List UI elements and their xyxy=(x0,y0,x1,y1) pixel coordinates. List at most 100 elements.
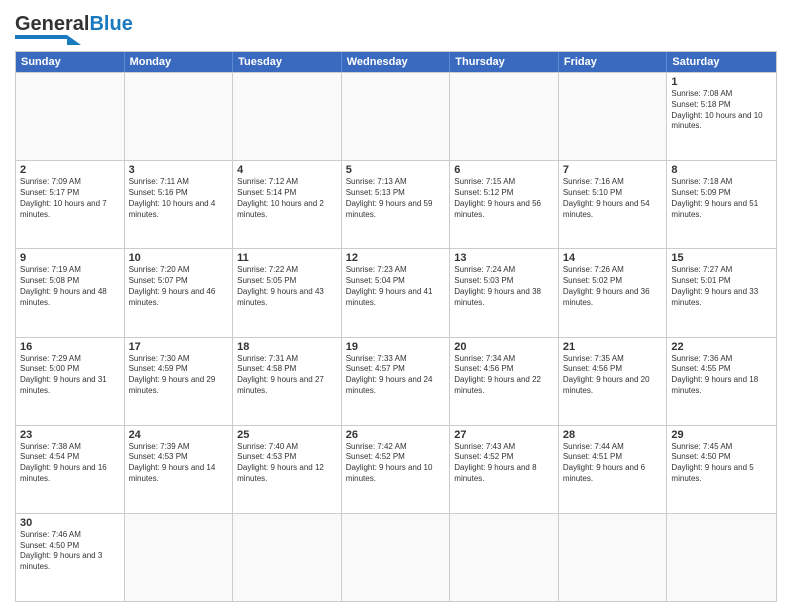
calendar-cell xyxy=(450,514,559,601)
calendar-row: 23Sunrise: 7:38 AM Sunset: 4:54 PM Dayli… xyxy=(16,425,776,513)
sun-info: Sunrise: 7:43 AM Sunset: 4:52 PM Dayligh… xyxy=(454,442,554,485)
calendar-cell: 30Sunrise: 7:46 AM Sunset: 4:50 PM Dayli… xyxy=(16,514,125,601)
weekday-header: Monday xyxy=(125,52,234,72)
sun-info: Sunrise: 7:27 AM Sunset: 5:01 PM Dayligh… xyxy=(671,265,772,308)
sun-info: Sunrise: 7:29 AM Sunset: 5:00 PM Dayligh… xyxy=(20,354,120,397)
sun-info: Sunrise: 7:42 AM Sunset: 4:52 PM Dayligh… xyxy=(346,442,446,485)
sun-info: Sunrise: 7:19 AM Sunset: 5:08 PM Dayligh… xyxy=(20,265,120,308)
day-number: 26 xyxy=(346,429,446,441)
calendar-cell xyxy=(125,514,234,601)
sun-info: Sunrise: 7:40 AM Sunset: 4:53 PM Dayligh… xyxy=(237,442,337,485)
logo-underline xyxy=(15,35,67,39)
sun-info: Sunrise: 7:31 AM Sunset: 4:58 PM Dayligh… xyxy=(237,354,337,397)
sun-info: Sunrise: 7:23 AM Sunset: 5:04 PM Dayligh… xyxy=(346,265,446,308)
calendar-cell: 19Sunrise: 7:33 AM Sunset: 4:57 PM Dayli… xyxy=(342,338,451,425)
sun-info: Sunrise: 7:16 AM Sunset: 5:10 PM Dayligh… xyxy=(563,177,663,220)
day-number: 27 xyxy=(454,429,554,441)
day-number: 29 xyxy=(671,429,772,441)
sun-info: Sunrise: 7:20 AM Sunset: 5:07 PM Dayligh… xyxy=(129,265,229,308)
calendar-cell: 3Sunrise: 7:11 AM Sunset: 5:16 PM Daylig… xyxy=(125,161,234,248)
calendar-cell xyxy=(125,73,234,160)
day-number: 21 xyxy=(563,341,663,353)
calendar-row: 1Sunrise: 7:08 AM Sunset: 5:18 PM Daylig… xyxy=(16,72,776,160)
calendar-cell xyxy=(233,73,342,160)
day-number: 4 xyxy=(237,164,337,176)
day-number: 18 xyxy=(237,341,337,353)
calendar-cell: 26Sunrise: 7:42 AM Sunset: 4:52 PM Dayli… xyxy=(342,426,451,513)
calendar-cell: 1Sunrise: 7:08 AM Sunset: 5:18 PM Daylig… xyxy=(667,73,776,160)
calendar-cell: 23Sunrise: 7:38 AM Sunset: 4:54 PM Dayli… xyxy=(16,426,125,513)
sun-info: Sunrise: 7:26 AM Sunset: 5:02 PM Dayligh… xyxy=(563,265,663,308)
calendar-cell: 4Sunrise: 7:12 AM Sunset: 5:14 PM Daylig… xyxy=(233,161,342,248)
weekday-header: Friday xyxy=(559,52,668,72)
page: General Blue SundayMondayTuesdayWednesda… xyxy=(0,0,792,612)
calendar-body: 1Sunrise: 7:08 AM Sunset: 5:18 PM Daylig… xyxy=(16,72,776,601)
calendar-cell: 2Sunrise: 7:09 AM Sunset: 5:17 PM Daylig… xyxy=(16,161,125,248)
weekday-header: Wednesday xyxy=(342,52,451,72)
day-number: 24 xyxy=(129,429,229,441)
header: General Blue xyxy=(15,10,777,45)
sun-info: Sunrise: 7:39 AM Sunset: 4:53 PM Dayligh… xyxy=(129,442,229,485)
day-number: 2 xyxy=(20,164,120,176)
sun-info: Sunrise: 7:45 AM Sunset: 4:50 PM Dayligh… xyxy=(671,442,772,485)
calendar-cell: 20Sunrise: 7:34 AM Sunset: 4:56 PM Dayli… xyxy=(450,338,559,425)
calendar-cell: 21Sunrise: 7:35 AM Sunset: 4:56 PM Dayli… xyxy=(559,338,668,425)
day-number: 17 xyxy=(129,341,229,353)
sun-info: Sunrise: 7:11 AM Sunset: 5:16 PM Dayligh… xyxy=(129,177,229,220)
calendar-cell: 17Sunrise: 7:30 AM Sunset: 4:59 PM Dayli… xyxy=(125,338,234,425)
calendar-cell: 22Sunrise: 7:36 AM Sunset: 4:55 PM Dayli… xyxy=(667,338,776,425)
calendar-cell xyxy=(559,514,668,601)
day-number: 9 xyxy=(20,252,120,264)
sun-info: Sunrise: 7:38 AM Sunset: 4:54 PM Dayligh… xyxy=(20,442,120,485)
sun-info: Sunrise: 7:33 AM Sunset: 4:57 PM Dayligh… xyxy=(346,354,446,397)
day-number: 5 xyxy=(346,164,446,176)
sun-info: Sunrise: 7:46 AM Sunset: 4:50 PM Dayligh… xyxy=(20,530,120,573)
calendar-cell: 11Sunrise: 7:22 AM Sunset: 5:05 PM Dayli… xyxy=(233,249,342,336)
day-number: 10 xyxy=(129,252,229,264)
sun-info: Sunrise: 7:30 AM Sunset: 4:59 PM Dayligh… xyxy=(129,354,229,397)
sun-info: Sunrise: 7:13 AM Sunset: 5:13 PM Dayligh… xyxy=(346,177,446,220)
calendar-cell: 10Sunrise: 7:20 AM Sunset: 5:07 PM Dayli… xyxy=(125,249,234,336)
calendar-cell xyxy=(233,514,342,601)
calendar-cell: 25Sunrise: 7:40 AM Sunset: 4:53 PM Dayli… xyxy=(233,426,342,513)
calendar-row: 9Sunrise: 7:19 AM Sunset: 5:08 PM Daylig… xyxy=(16,248,776,336)
calendar-cell xyxy=(16,73,125,160)
calendar-cell: 16Sunrise: 7:29 AM Sunset: 5:00 PM Dayli… xyxy=(16,338,125,425)
calendar-cell: 18Sunrise: 7:31 AM Sunset: 4:58 PM Dayli… xyxy=(233,338,342,425)
calendar-header: SundayMondayTuesdayWednesdayThursdayFrid… xyxy=(16,52,776,72)
calendar-cell: 24Sunrise: 7:39 AM Sunset: 4:53 PM Dayli… xyxy=(125,426,234,513)
calendar-cell: 12Sunrise: 7:23 AM Sunset: 5:04 PM Dayli… xyxy=(342,249,451,336)
calendar-cell xyxy=(667,514,776,601)
logo-blue-text: Blue xyxy=(89,14,132,34)
calendar-cell xyxy=(559,73,668,160)
sun-info: Sunrise: 7:09 AM Sunset: 5:17 PM Dayligh… xyxy=(20,177,120,220)
calendar-cell: 27Sunrise: 7:43 AM Sunset: 4:52 PM Dayli… xyxy=(450,426,559,513)
sun-info: Sunrise: 7:35 AM Sunset: 4:56 PM Dayligh… xyxy=(563,354,663,397)
weekday-header: Tuesday xyxy=(233,52,342,72)
day-number: 20 xyxy=(454,341,554,353)
logo-text: General xyxy=(15,14,89,34)
day-number: 11 xyxy=(237,252,337,264)
calendar: SundayMondayTuesdayWednesdayThursdayFrid… xyxy=(15,51,777,602)
calendar-cell xyxy=(342,73,451,160)
calendar-cell xyxy=(450,73,559,160)
day-number: 19 xyxy=(346,341,446,353)
day-number: 22 xyxy=(671,341,772,353)
sun-info: Sunrise: 7:44 AM Sunset: 4:51 PM Dayligh… xyxy=(563,442,663,485)
day-number: 7 xyxy=(563,164,663,176)
calendar-cell xyxy=(342,514,451,601)
calendar-cell: 28Sunrise: 7:44 AM Sunset: 4:51 PM Dayli… xyxy=(559,426,668,513)
calendar-cell: 29Sunrise: 7:45 AM Sunset: 4:50 PM Dayli… xyxy=(667,426,776,513)
day-number: 28 xyxy=(563,429,663,441)
calendar-cell: 9Sunrise: 7:19 AM Sunset: 5:08 PM Daylig… xyxy=(16,249,125,336)
day-number: 15 xyxy=(671,252,772,264)
sun-info: Sunrise: 7:24 AM Sunset: 5:03 PM Dayligh… xyxy=(454,265,554,308)
day-number: 1 xyxy=(671,76,772,88)
day-number: 6 xyxy=(454,164,554,176)
calendar-cell: 13Sunrise: 7:24 AM Sunset: 5:03 PM Dayli… xyxy=(450,249,559,336)
day-number: 3 xyxy=(129,164,229,176)
calendar-cell: 14Sunrise: 7:26 AM Sunset: 5:02 PM Dayli… xyxy=(559,249,668,336)
logo-arrow xyxy=(67,35,81,45)
weekday-header: Saturday xyxy=(667,52,776,72)
calendar-cell: 5Sunrise: 7:13 AM Sunset: 5:13 PM Daylig… xyxy=(342,161,451,248)
